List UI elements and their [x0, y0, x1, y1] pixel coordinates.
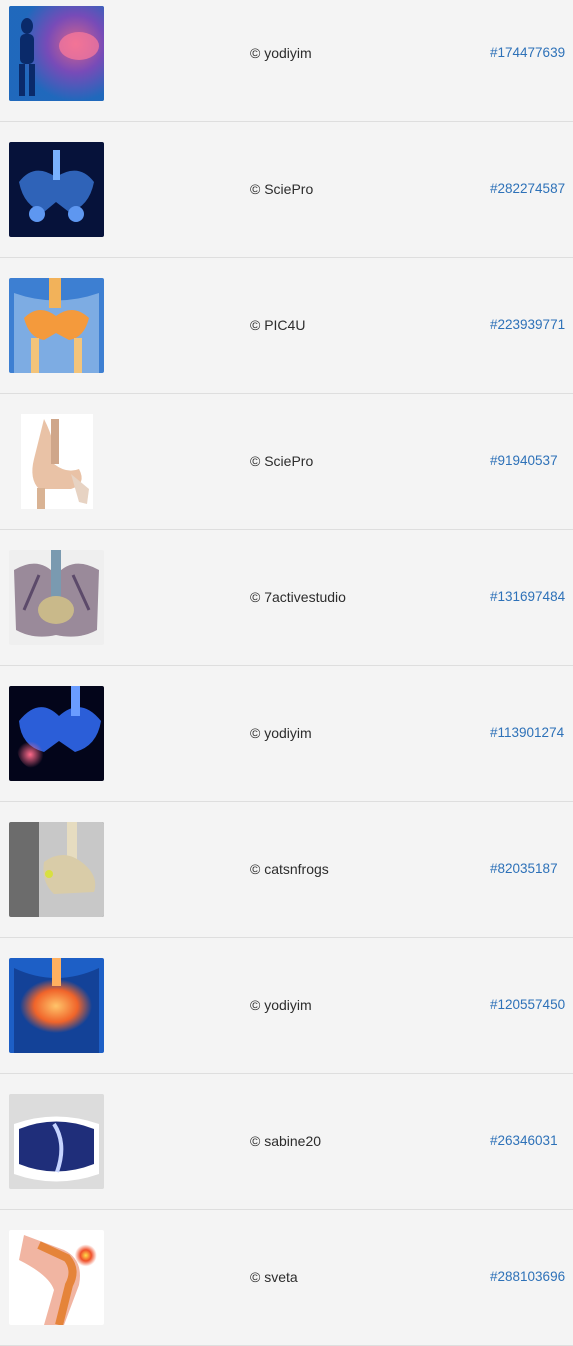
credit-text: © SciePro	[250, 181, 314, 197]
pelvic-cushion-icon[interactable]	[9, 1094, 104, 1189]
seated-skeleton-icon[interactable]	[9, 414, 104, 509]
list-item: © yodiyim #120557450	[0, 938, 573, 1074]
list-item: © 7activestudio #131697484	[0, 530, 573, 666]
asset-id-link[interactable]: #288103696	[490, 1269, 565, 1284]
list-item: © catsnfrogs #82035187	[0, 802, 573, 938]
pelvis-anatomy-purple-icon[interactable]	[9, 550, 104, 645]
list-item: © sveta #288103696	[0, 1210, 573, 1346]
list-item: © SciePro #91940537	[0, 394, 573, 530]
results-list: © yodiyim #174477639 © SciePro #28227458…	[0, 0, 573, 1346]
list-item: © SciePro #282274587	[0, 122, 573, 258]
asset-id-link[interactable]: #91940537	[490, 453, 558, 468]
asset-id-link[interactable]: #174477639	[490, 45, 565, 60]
credit-text: © yodiyim	[250, 45, 312, 61]
credit-text: © yodiyim	[250, 725, 312, 741]
asset-id-link[interactable]: #26346031	[490, 1133, 558, 1148]
asset-id-link[interactable]: #82035187	[490, 861, 558, 876]
pelvis-orange-skeleton-icon[interactable]	[9, 278, 104, 373]
credit-text: © PIC4U	[250, 317, 306, 333]
credit-text: © sabine20	[250, 1133, 322, 1149]
knee-joint-pain-icon[interactable]	[9, 1230, 104, 1325]
pelvis-xray-blue-icon[interactable]	[9, 142, 104, 237]
list-item: © yodiyim #113901274	[0, 666, 573, 802]
credit-text: © sveta	[250, 1269, 298, 1285]
hip-xray-blue-red-icon[interactable]	[9, 686, 104, 781]
credit-text: © yodiyim	[250, 997, 312, 1013]
pelvis-xray-orange-glow-icon[interactable]	[9, 958, 104, 1053]
credit-text: © SciePro	[250, 453, 314, 469]
asset-id-link[interactable]: #223939771	[490, 317, 565, 332]
credit-text: © catsnfrogs	[250, 861, 329, 877]
pelvis-xray-blue-red-icon[interactable]	[9, 6, 104, 101]
credit-text: © 7activestudio	[250, 589, 346, 605]
asset-id-link[interactable]: #113901274	[490, 725, 564, 740]
list-item: © sabine20 #26346031	[0, 1074, 573, 1210]
asset-id-link[interactable]: #131697484	[490, 589, 565, 604]
pelvis-3d-grey-icon[interactable]	[9, 822, 104, 917]
asset-id-link[interactable]: #120557450	[490, 997, 565, 1012]
list-item: © yodiyim #174477639	[0, 0, 573, 122]
asset-id-link[interactable]: #282274587	[490, 181, 565, 196]
list-item: © PIC4U #223939771	[0, 258, 573, 394]
